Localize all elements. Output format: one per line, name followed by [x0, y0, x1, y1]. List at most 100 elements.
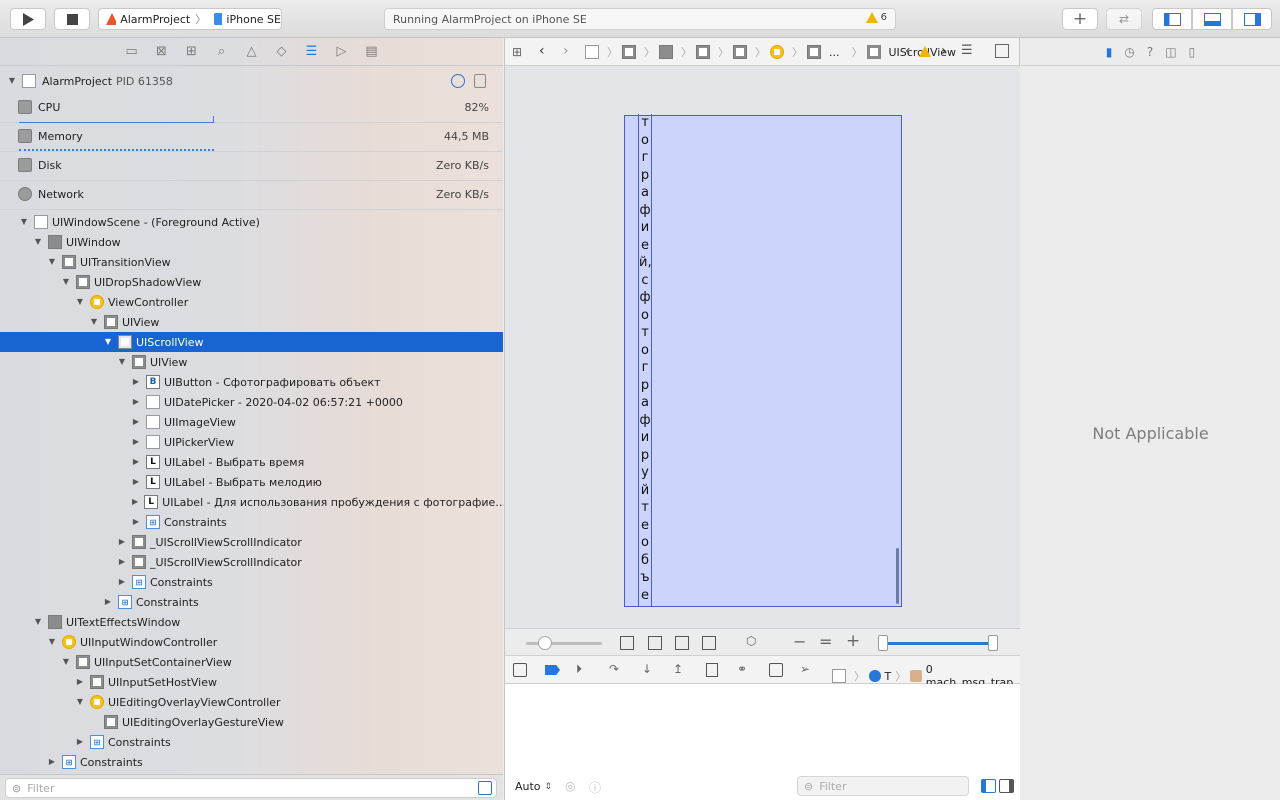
- stack-icon[interactable]: [702, 636, 716, 650]
- disclosure-closed-icon[interactable]: ▶: [132, 378, 140, 386]
- console-area[interactable]: [505, 684, 1020, 774]
- prev-issue-button[interactable]: ‹: [905, 43, 911, 59]
- disclosure-open-icon[interactable]: ▼: [34, 618, 42, 626]
- editor-options-icon[interactable]: ☰: [961, 43, 973, 58]
- disclosure-closed-icon[interactable]: ▶: [132, 438, 140, 446]
- history-icon[interactable]: ◷: [1124, 45, 1134, 59]
- breadcrumb-path[interactable]: 〉 〉 〉 〉 〉 〉 ... 〉 UIScrollView: [585, 44, 956, 60]
- tree-row[interactable]: ▼ UIWindow: [0, 232, 503, 252]
- spacing-slider[interactable]: [526, 636, 602, 650]
- zoom-actual-icon[interactable]: =: [819, 632, 832, 651]
- disclosure-open-icon[interactable]: ▼: [76, 298, 84, 306]
- zoom-out-icon[interactable]: −: [793, 632, 806, 651]
- search-icon[interactable]: ⌕: [212, 43, 232, 61]
- run-button[interactable]: [10, 8, 46, 30]
- tree-row[interactable]: ▶ _UIScrollViewScrollIndicator: [0, 532, 503, 552]
- gauge-cpu[interactable]: CPU 82%: [0, 94, 503, 123]
- help-icon[interactable]: ?: [1147, 45, 1153, 59]
- tree-row[interactable]: ▶ ⊞ Constraints: [0, 572, 503, 592]
- gauge-memory[interactable]: Memory 44,5 MB: [0, 123, 503, 152]
- tree-row[interactable]: ▼ ViewController: [0, 292, 503, 312]
- disclosure-closed-icon[interactable]: ▶: [118, 558, 126, 566]
- continue-icon[interactable]: ⏵: [576, 662, 582, 677]
- disclosure-open-icon[interactable]: ▼: [62, 278, 70, 286]
- disclosure-closed-icon[interactable]: ▶: [104, 598, 112, 606]
- breakpoints-active-icon[interactable]: [545, 665, 560, 675]
- memory-graph-icon[interactable]: ⚭: [737, 662, 747, 676]
- disclosure-closed-icon[interactable]: ▶: [118, 578, 126, 586]
- disclosure-closed-icon[interactable]: ▶: [76, 738, 84, 746]
- tree-row-selected[interactable]: ▼ UIScrollView: [0, 332, 503, 352]
- source-control-icon[interactable]: ⊠: [152, 43, 172, 61]
- size-inspector-icon[interactable]: ▯: [1189, 45, 1196, 59]
- scroll-view-frame[interactable]: т о г р а ф и е й, с ф о т о г р а ф и р у й т е о б ъ е: [624, 114, 902, 607]
- slider-thumb[interactable]: [538, 636, 552, 650]
- gauge-disk[interactable]: Disk Zero KB/s: [0, 152, 503, 181]
- info-icon[interactable]: ⓘ: [589, 779, 601, 796]
- tree-row[interactable]: ▼ UIWindowScene - (Foreground Active): [0, 212, 503, 232]
- next-issue-button[interactable]: ›: [941, 43, 947, 59]
- tree-row[interactable]: ▼ UIView: [0, 312, 503, 332]
- debug-navigator-icon[interactable]: ☰: [302, 43, 322, 61]
- disclosure-closed-icon[interactable]: ▶: [132, 478, 140, 486]
- code-review-button[interactable]: ⇄: [1106, 8, 1142, 30]
- tree-row[interactable]: ▼ UIInputSetContainerView: [0, 652, 503, 672]
- scheme-selector[interactable]: AlarmProject 〉 iPhone SE: [98, 8, 282, 30]
- tree-row[interactable]: ▼ UITransitionView: [0, 252, 503, 272]
- disclosure-closed-icon[interactable]: ▶: [132, 398, 140, 406]
- tree-row[interactable]: ▶ L UILabel - Выбрать время: [0, 452, 503, 472]
- step-out-icon[interactable]: ↥: [673, 662, 683, 676]
- tree-row[interactable]: ▶ ⊞ Constraints: [0, 592, 503, 612]
- cube-icon[interactable]: ⬡: [746, 634, 756, 648]
- eye-icon[interactable]: ◎: [565, 779, 575, 793]
- disclosure-closed-icon[interactable]: ▶: [132, 458, 140, 466]
- object-inspector-icon[interactable]: ◫: [1165, 45, 1176, 59]
- breakpoint-icon[interactable]: ▷: [332, 43, 352, 61]
- gauge-icon[interactable]: [451, 74, 465, 88]
- process-row[interactable]: ▼ AlarmProject PID 61358: [0, 71, 503, 91]
- range-thumb-end[interactable]: [988, 635, 998, 651]
- disclosure-open-icon[interactable]: ▼: [48, 638, 56, 646]
- tree-row[interactable]: ▶ B UIButton - Сфотографировать объект: [0, 372, 503, 392]
- tree-row[interactable]: ▶ ⊞ Constraints: [0, 732, 503, 752]
- disclosure-closed-icon[interactable]: ▶: [132, 418, 140, 426]
- hide-debug-icon[interactable]: [513, 663, 527, 677]
- range-slider[interactable]: [878, 635, 998, 651]
- tree-row[interactable]: ▶ UIPickerView: [0, 432, 503, 452]
- issue-icon[interactable]: △: [242, 43, 262, 61]
- disclosure-closed-icon[interactable]: ▶: [48, 758, 56, 766]
- tree-row[interactable]: ▶ UIDatePicker - 2020-04-02 06:57:21 +000…: [0, 392, 503, 412]
- console-filter-input[interactable]: ⊜ Filter: [797, 776, 969, 796]
- tree-row[interactable]: ▼ UIEditingOverlayViewController: [0, 692, 503, 712]
- warnings-indicator[interactable]: 6: [865, 12, 887, 23]
- disclosure-open-icon[interactable]: ▼: [104, 338, 112, 346]
- range-thumb-start[interactable]: [878, 635, 888, 651]
- step-over-icon[interactable]: ↷: [609, 662, 619, 676]
- disclosure-closed-icon[interactable]: ▶: [132, 518, 140, 526]
- disclosure-open-icon[interactable]: ▼: [8, 77, 16, 85]
- disclosure-closed-icon[interactable]: ▶: [132, 498, 138, 506]
- tree-row[interactable]: ▶ ⊞ Constraints: [0, 512, 503, 532]
- layers-icon[interactable]: [675, 636, 689, 650]
- toggle-inspector-button[interactable]: [1232, 8, 1272, 30]
- file-inspector-icon[interactable]: ▮: [1106, 45, 1113, 59]
- view-hierarchy-icon[interactable]: [706, 663, 718, 677]
- frames-icon[interactable]: [648, 636, 662, 650]
- disclosure-open-icon[interactable]: ▼: [20, 218, 28, 226]
- zoom-in-icon[interactable]: +: [846, 631, 860, 651]
- tree-row[interactable]: ▶ ⊞ Constraints: [0, 752, 503, 772]
- forward-button[interactable]: ›: [563, 43, 569, 59]
- view-debugger-canvas[interactable]: т о г р а ф и е й, с ф о т о г р а ф и р у й т е о б ъ е: [505, 66, 1020, 628]
- tree-row[interactable]: ▶ L UILabel - Выбрать мелодию: [0, 472, 503, 492]
- wrapped-label-text[interactable]: т о г р а ф и е й, с ф о т о г р а ф и р у й т е о б ъ е: [638, 114, 652, 606]
- grid-icon[interactable]: ⊞: [512, 45, 522, 59]
- symbol-icon[interactable]: ⊞: [182, 43, 202, 61]
- disclosure-closed-icon[interactable]: ▶: [118, 538, 126, 546]
- back-button[interactable]: ‹: [539, 43, 545, 59]
- tree-row[interactable]: ▼ UIDropShadowView: [0, 272, 503, 292]
- environment-icon[interactable]: [769, 663, 783, 677]
- location-icon[interactable]: ➢: [800, 662, 810, 676]
- navigator-filter-input[interactable]: ⊜ Filter: [5, 778, 497, 798]
- console-mode-select[interactable]: Auto ⇕: [515, 780, 552, 793]
- filter-options-icon[interactable]: [478, 781, 492, 795]
